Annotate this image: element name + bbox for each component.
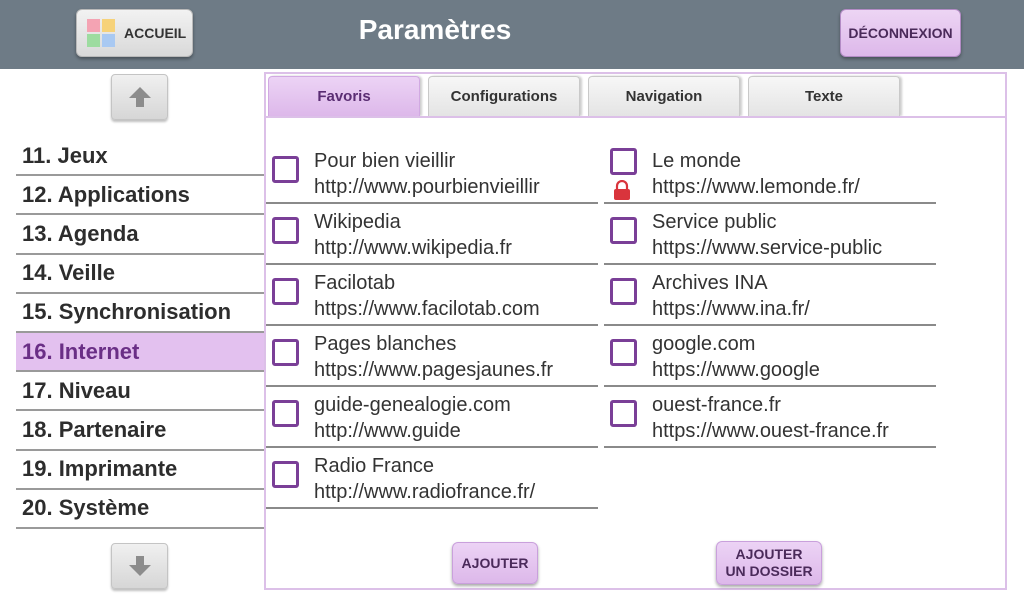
favorite-name: ouest-france.fr <box>652 394 781 416</box>
favorite-url: http://www.radiofrance.fr/ <box>314 481 536 503</box>
favorite-checkbox[interactable] <box>610 400 637 427</box>
favorite-checkbox[interactable] <box>272 461 299 488</box>
favorite-url: http://www.wikipedia.fr <box>314 237 512 259</box>
favorite-name: Radio France <box>314 455 435 477</box>
menu-item-partenaire[interactable]: 18. Partenaire <box>16 411 264 451</box>
favorite-name: Pour bien vieillir <box>314 150 456 172</box>
favorite-url: https://www.pagesjaunes.fr <box>314 359 554 381</box>
menu-item-applications[interactable]: 12. Applications <box>16 176 264 216</box>
add-folder-label-line2: UN DOSSIER <box>725 563 813 579</box>
lock-icon <box>614 180 630 200</box>
favorite-checkbox[interactable] <box>272 217 299 244</box>
menu-item-label: 20. Système <box>22 495 150 521</box>
favorite-item[interactable]: Wikipedia http://www.wikipedia.fr <box>266 205 598 265</box>
add-favorite-button[interactable]: AJOUTER <box>452 542 538 584</box>
menu-item-label: 16. Internet <box>22 338 140 364</box>
favorite-item[interactable]: Pour bien vieillir http://www.pourbienvi… <box>266 144 598 204</box>
menu-item-systeme[interactable]: 20. Système <box>16 490 264 529</box>
favorite-name: Service public <box>652 211 777 233</box>
settings-menu: 11. Jeux 12. Applications 13. Agenda 14.… <box>16 137 264 529</box>
menu-item-synchronisation[interactable]: 15. Synchronisation <box>16 294 264 333</box>
favorite-checkbox[interactable] <box>610 217 637 244</box>
add-folder-button[interactable]: AJOUTER UN DOSSIER <box>716 541 822 585</box>
add-folder-label-line1: AJOUTER <box>735 546 803 562</box>
arrow-up-icon <box>128 87 151 107</box>
top-bar: ACCUEIL Paramètres DÉCONNEXION <box>0 0 1024 69</box>
menu-item-label: 11. Jeux <box>22 142 108 168</box>
favorite-item[interactable]: Archives INA https://www.ina.fr/ <box>604 266 936 326</box>
favorite-name: Pages blanches <box>314 333 457 355</box>
favorite-checkbox[interactable] <box>610 278 637 305</box>
favorite-item[interactable]: google.com https://www.google <box>604 327 936 387</box>
menu-item-internet[interactable]: 16. Internet <box>16 332 264 373</box>
menu-item-label: 15. Synchronisation <box>22 299 232 325</box>
menu-item-veille[interactable]: 14. Veille <box>16 255 264 294</box>
menu-item-niveau[interactable]: 17. Niveau <box>16 372 264 412</box>
favorite-url: https://www.facilotab.com <box>314 298 540 320</box>
menu-item-agenda[interactable]: 13. Agenda <box>16 215 264 255</box>
favorite-url: http://www.guide <box>314 420 461 442</box>
favorite-name: guide-genealogie.com <box>314 394 511 416</box>
favorite-item[interactable]: Radio France http://www.radiofrance.fr/ <box>266 449 598 509</box>
internet-settings-panel: Favoris Configurations Navigation Texte … <box>264 72 1007 590</box>
add-button-label: AJOUTER <box>461 554 529 571</box>
favorite-checkbox[interactable] <box>272 156 299 183</box>
favorite-checkbox[interactable] <box>272 339 299 366</box>
menu-item-imprimante[interactable]: 19. Imprimante <box>16 451 264 490</box>
favorite-url: https://www.ina.fr/ <box>652 298 810 320</box>
favorite-checkbox[interactable] <box>272 400 299 427</box>
favorite-name: Archives INA <box>652 272 768 294</box>
menu-item-jeux[interactable]: 11. Jeux <box>16 137 264 177</box>
favorite-checkbox[interactable] <box>610 148 637 175</box>
favorite-item[interactable]: Le monde https://www.lemonde.fr/ <box>604 144 936 204</box>
favorite-url: http://www.pourbienvieillir <box>314 176 540 198</box>
page-title: Paramètres <box>358 14 512 45</box>
scroll-down-button[interactable] <box>111 543 168 589</box>
arrow-down-icon <box>128 556 151 576</box>
menu-item-label: 17. Niveau <box>22 377 131 403</box>
tab-favoris[interactable]: Favoris <box>268 76 420 116</box>
menu-item-label: 18. Partenaire <box>22 416 167 442</box>
favorite-url: https://www.ouest-france.fr <box>652 420 889 442</box>
menu-item-label: 12. Applications <box>22 181 190 207</box>
favorite-name: Wikipedia <box>314 211 401 233</box>
tab-navigation[interactable]: Navigation <box>588 76 740 116</box>
favorite-url: https://www.google <box>652 359 820 381</box>
tab-configurations[interactable]: Configurations <box>428 76 580 116</box>
menu-item-label: 14. Veille <box>22 260 115 286</box>
favorite-item[interactable]: ouest-france.fr https://www.ouest-france… <box>604 388 936 448</box>
tab-texte[interactable]: Texte <box>748 76 900 116</box>
favorite-name: Facilotab <box>314 272 396 294</box>
logout-button[interactable]: DÉCONNEXION <box>840 9 961 57</box>
scroll-up-button[interactable] <box>111 74 168 120</box>
favorite-item[interactable]: Facilotab https://www.facilotab.com <box>266 266 598 326</box>
favorite-checkbox[interactable] <box>272 278 299 305</box>
favorite-item[interactable]: Pages blanches https://www.pagesjaunes.f… <box>266 327 598 387</box>
tab-divider <box>266 116 1005 118</box>
favorite-name: google.com <box>652 333 756 355</box>
favorite-checkbox[interactable] <box>610 339 637 366</box>
menu-item-label: 19. Imprimante <box>22 456 178 482</box>
favorite-item[interactable]: Service public https://www.service-publi… <box>604 205 936 265</box>
favorite-name: Le monde <box>652 150 741 172</box>
tab-bar: Favoris Configurations Navigation Texte <box>268 76 908 118</box>
menu-item-label: 13. Agenda <box>22 220 139 246</box>
favorite-url: https://www.lemonde.fr/ <box>652 176 860 198</box>
favorite-url: https://www.service-public <box>652 237 883 259</box>
favorite-item[interactable]: guide-genealogie.com http://www.guide <box>266 388 598 448</box>
